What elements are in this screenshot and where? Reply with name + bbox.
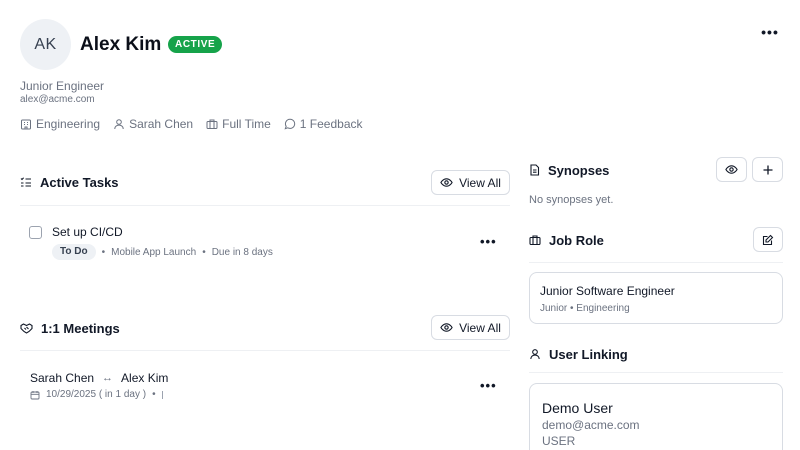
task-title: Set up CI/CD xyxy=(52,225,123,239)
synopses-empty-text: No synopses yet. xyxy=(529,194,614,206)
meta-department-label: Engineering xyxy=(36,117,101,131)
list-todo-icon xyxy=(20,176,32,188)
file-text-icon xyxy=(529,164,540,176)
meetings-view-all-button[interactable]: View All xyxy=(431,315,510,340)
job-role-name: Junior Software Engineer xyxy=(540,284,675,298)
eye-icon xyxy=(440,321,453,334)
job-role-edit-button[interactable] xyxy=(753,227,783,252)
eye-icon xyxy=(725,163,738,176)
ellipsis-icon: ••• xyxy=(480,378,497,393)
task-row[interactable]: Set up CI/CD To Do • Mobile App Launch •… xyxy=(20,220,510,264)
task-more-button[interactable]: ••• xyxy=(480,234,497,249)
meta-separator: • xyxy=(202,246,206,258)
job-role-divider xyxy=(529,262,783,263)
meta-department: Engineering xyxy=(20,117,100,131)
job-role-title: Job Role xyxy=(549,232,604,248)
meetings-header: 1:1 Meetings xyxy=(20,320,120,336)
job-role-header: Job Role xyxy=(529,232,604,248)
profile-meta-row: Engineering Sarah Chen Full Time 1 Feedb… xyxy=(20,116,363,132)
plus-icon xyxy=(762,164,774,176)
meetings-title: 1:1 Meetings xyxy=(41,320,120,336)
profile-name: Alex Kim xyxy=(80,34,162,55)
meta-employment-label: Full Time xyxy=(222,117,271,131)
tasks-divider xyxy=(20,205,510,206)
tasks-view-all-label: View All xyxy=(459,175,501,190)
user-linking-title: User Linking xyxy=(549,346,628,362)
meeting-participants: Sarah Chen ↔ Alex Kim xyxy=(30,371,168,385)
user-linking-divider xyxy=(529,372,783,373)
linked-user-role: USER xyxy=(542,434,576,448)
job-role-meta: Junior • Engineering xyxy=(540,303,630,314)
task-project: Mobile App Launch xyxy=(111,246,197,258)
ellipsis-icon: ••• xyxy=(480,234,497,249)
building-icon xyxy=(20,118,32,130)
profile-email: alex@acme.com xyxy=(20,94,95,105)
meta-employment: Full Time xyxy=(206,117,271,131)
meta-separator: • xyxy=(152,389,156,400)
arrows-left-right-icon: ↔ xyxy=(102,372,114,384)
message-circle-icon xyxy=(284,118,296,130)
active-tasks-header: Active Tasks xyxy=(20,174,119,190)
handshake-icon xyxy=(20,322,33,334)
briefcase-icon xyxy=(206,118,218,130)
synopses-view-button[interactable] xyxy=(716,157,747,182)
meta-separator: • xyxy=(101,246,106,258)
meeting-date: 10/29/2025 ( in 1 day ) xyxy=(46,389,147,400)
briefcase-icon xyxy=(529,234,541,246)
ellipsis-icon: ••• xyxy=(761,24,779,40)
meta-divider-bar xyxy=(161,390,163,399)
avatar-initials: AK xyxy=(34,35,57,53)
linked-user-email: demo@acme.com xyxy=(542,418,640,432)
synopses-header: Synopses xyxy=(529,162,609,178)
meta-feedback[interactable]: 1 Feedback xyxy=(284,117,363,131)
meeting-from: Sarah Chen xyxy=(30,371,95,385)
task-status-pill: To Do xyxy=(52,244,96,260)
linked-user-card[interactable]: Demo User demo@acme.com USER xyxy=(529,383,783,450)
task-checkbox[interactable] xyxy=(29,226,42,239)
user-linking-header: User Linking xyxy=(529,346,628,362)
meeting-to: Alex Kim xyxy=(121,371,169,385)
meeting-more-button[interactable]: ••• xyxy=(480,378,497,393)
task-due: Due in 8 days xyxy=(211,246,273,258)
meetings-view-all-label: View All xyxy=(459,320,501,335)
job-role-card[interactable]: Junior Software Engineer Junior • Engine… xyxy=(529,272,783,324)
avatar: AK xyxy=(20,19,71,70)
synopses-add-button[interactable] xyxy=(752,157,783,182)
more-options-button[interactable]: ••• xyxy=(759,22,781,42)
edit-icon xyxy=(762,234,774,246)
calendar-icon xyxy=(30,390,40,400)
meeting-meta: 10/29/2025 ( in 1 day ) • xyxy=(30,389,163,400)
user-icon xyxy=(113,118,125,130)
status-badge: ACTIVE xyxy=(168,36,223,53)
eye-icon xyxy=(440,176,453,189)
meta-manager: Sarah Chen xyxy=(113,117,193,131)
linked-user-name: Demo User xyxy=(542,400,613,416)
meta-manager-label: Sarah Chen xyxy=(129,117,194,131)
user-icon xyxy=(529,348,541,360)
meetings-divider xyxy=(20,350,510,351)
active-tasks-title: Active Tasks xyxy=(40,174,119,190)
task-meta: To Do • Mobile App Launch • Due in 8 day… xyxy=(52,244,273,260)
meta-feedback-label: 1 Feedback xyxy=(299,117,363,131)
profile-title: Junior Engineer xyxy=(20,79,105,93)
tasks-view-all-button[interactable]: View All xyxy=(431,170,510,195)
synopses-title: Synopses xyxy=(548,162,610,178)
meeting-row[interactable]: Sarah Chen ↔ Alex Kim 10/29/2025 ( in 1 … xyxy=(20,366,510,410)
